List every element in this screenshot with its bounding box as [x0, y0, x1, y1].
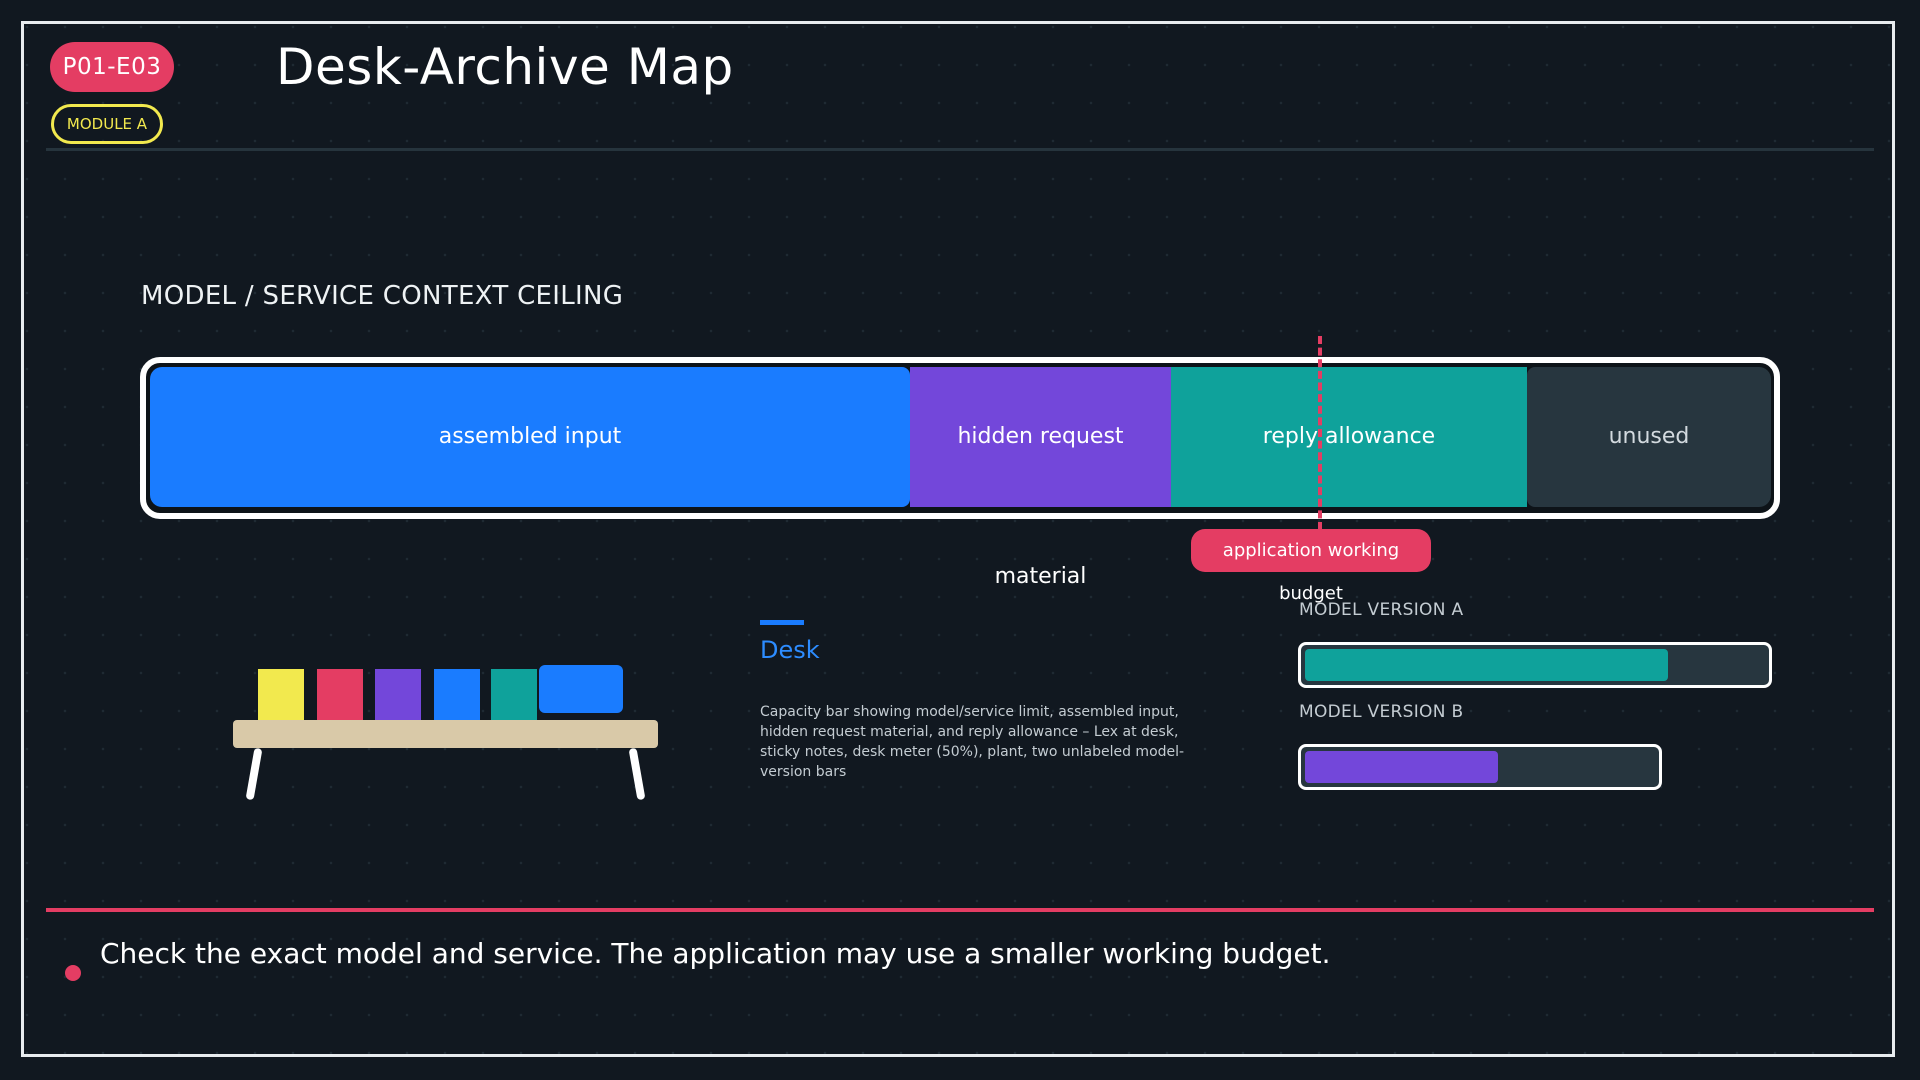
working-budget-marker-line: [1318, 336, 1322, 530]
header-divider: [46, 148, 1874, 151]
footer-bullet: [65, 965, 81, 981]
model-version-b-fill: [1305, 751, 1498, 783]
sticky-note-yellow: [258, 669, 304, 721]
model-version-b-label: MODEL VERSION B: [1299, 702, 1464, 722]
episode-code-badge: P01-E03: [50, 42, 174, 92]
module-badge: MODULE A: [51, 104, 163, 144]
slide-frame: [21, 21, 1895, 1057]
model-version-a-bar: [1298, 642, 1772, 688]
segment-unused: unused: [1527, 367, 1771, 507]
segment-assembled-input: assembled input: [150, 367, 910, 507]
model-version-a-label: MODEL VERSION A: [1299, 600, 1464, 620]
desk-block-blue: [539, 665, 623, 713]
sticky-note-purple: [375, 669, 421, 721]
model-version-b-bar: [1298, 744, 1662, 790]
page-title: Desk-Archive Map: [276, 38, 734, 96]
model-version-a-fill: [1305, 649, 1668, 681]
ceiling-section-label: MODEL / SERVICE CONTEXT CEILING: [141, 281, 624, 311]
footer-note: Check the exact model and service. The a…: [100, 937, 1331, 970]
segment-reply-allowance: reply allowance: [1171, 367, 1527, 507]
working-budget-tag: application working budget: [1191, 529, 1431, 604]
desk-accent-line: [760, 620, 804, 625]
sticky-note-blue: [434, 669, 480, 721]
footer-divider: [46, 908, 1874, 912]
segment-hidden-request-material: hidden request material: [910, 367, 1171, 589]
desk-title: Desk: [760, 636, 820, 664]
desk-description: Capacity bar showing model/service limit…: [760, 704, 1185, 780]
sticky-note-teal: [491, 669, 537, 721]
sticky-note-red: [317, 669, 363, 721]
desk-top: [233, 720, 658, 748]
